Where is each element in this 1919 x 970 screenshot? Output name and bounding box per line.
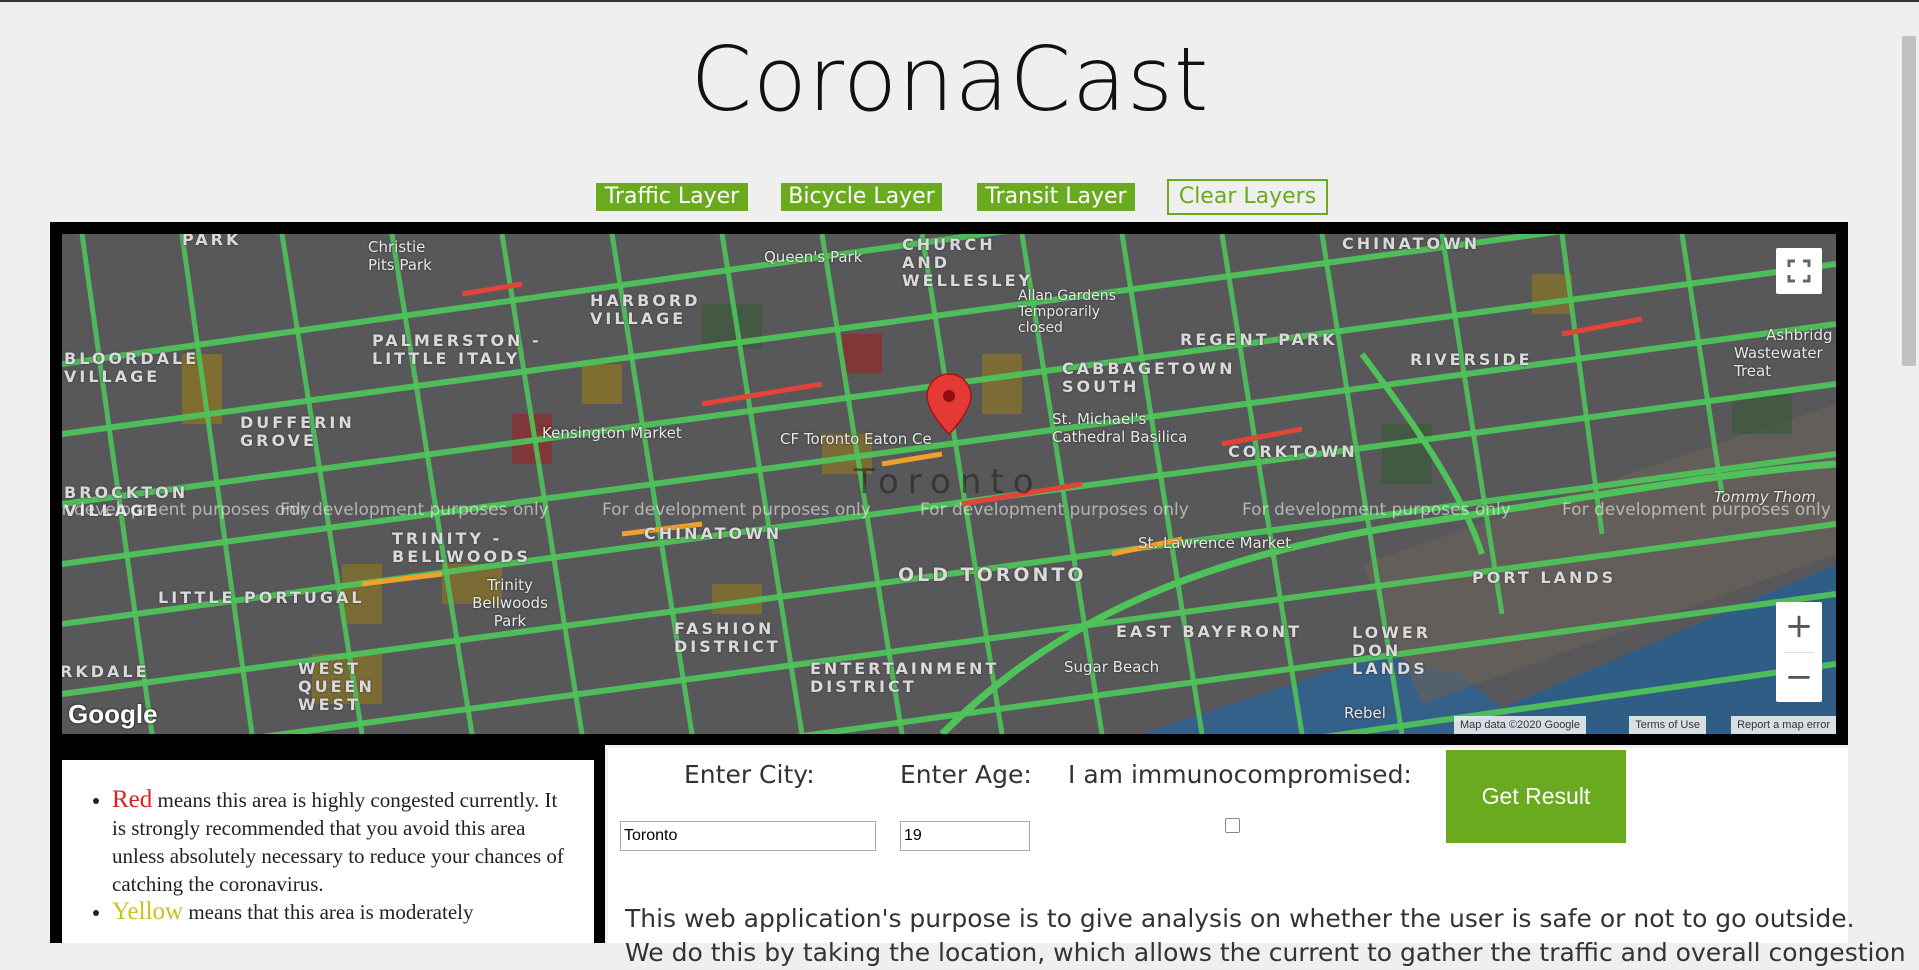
google-logo: Google	[68, 699, 158, 729]
poi-trinity-bellwoods-park: Trinity Bellwoods Park	[472, 576, 548, 630]
city-input[interactable]	[620, 821, 876, 851]
poi-queens-park: Queen's Park	[764, 248, 863, 266]
map-label-chinatown: CHINATOWN	[644, 524, 783, 543]
map[interactable]: Toronto PARK CHURCH AND WELLESLEY CHINAT…	[62, 234, 1836, 734]
legend-panel: Red means this area is highly congested …	[62, 760, 594, 943]
map-label-rkdale: RKDALE	[62, 662, 150, 681]
age-label: Enter Age:	[900, 760, 1032, 789]
city-label: Enter City:	[684, 760, 815, 789]
map-watermark-1: For development purposes only	[62, 500, 311, 520]
poi-kensington-market: Kensington Market	[542, 424, 682, 442]
transit-layer-button[interactable]: Transit Layer	[977, 183, 1135, 211]
poi-allan-gardens: Allan Gardens Temporarily closed	[1018, 288, 1116, 336]
map-label-chinatown-east: CHINATOWN	[1342, 234, 1481, 253]
get-result-button[interactable]: Get Result	[1446, 750, 1626, 843]
map-label-west-queen-west: WEST QUEEN WEST	[298, 659, 375, 714]
map-label-regent-park: REGENT PARK	[1180, 330, 1338, 349]
map-city-label: Toronto	[854, 462, 1043, 502]
map-label-bloordale: BLOORDALE VILLAGE	[64, 349, 200, 386]
description-line-1: This web application's purpose is to giv…	[625, 904, 1855, 933]
poi-st-michaels: St. Michael's Cathedral Basilica	[1052, 410, 1188, 446]
traffic-layer-button[interactable]: Traffic Layer	[596, 183, 748, 211]
legend-yellow-word: Yellow	[112, 898, 184, 925]
top-border	[0, 0, 1919, 2]
fullscreen-icon	[1787, 259, 1811, 283]
page-title: CoronaCast	[690, 28, 1210, 131]
map-watermark-4: For development purposes only	[920, 500, 1189, 520]
legend-red-text: means this area is highly congested curr…	[112, 788, 564, 896]
poi-christie-pits: Christie Pits Park	[368, 238, 432, 274]
legend-list: Red means this area is highly congested …	[62, 786, 594, 926]
terms-of-use-link[interactable]: Terms of Use	[1629, 716, 1706, 734]
clear-layers-button[interactable]: Clear Layers	[1167, 179, 1328, 215]
map-label-park: PARK	[182, 234, 242, 249]
map-label-corktown: CORKTOWN	[1228, 442, 1358, 461]
map-data-attribution: Map data ©2020 Google	[1453, 716, 1586, 734]
map-label-harbord-village: HARBORD VILLAGE	[590, 291, 701, 328]
zoom-out-button[interactable]: −	[1776, 653, 1822, 703]
poi-ashbridges: Ashbridg	[1766, 326, 1833, 344]
poi-sugar-beach: Sugar Beach	[1064, 658, 1160, 676]
poi-eaton-centre: CF Toronto Eaton Ce	[780, 430, 932, 448]
legend-item-red: Red means this area is highly congested …	[112, 786, 572, 898]
bicycle-layer-button[interactable]: Bicycle Layer	[781, 183, 942, 211]
legend-yellow-text: means that this area is moderately	[183, 900, 474, 924]
page-scrollbar[interactable]	[1902, 36, 1916, 366]
map-label-lower-don-lands: LOWER DON LANDS	[1352, 623, 1432, 678]
poi-wastewater: Wastewater Treat	[1734, 344, 1823, 380]
map-label-dufferin-grove: DUFFERIN GROVE	[240, 413, 355, 450]
map-label-entertainment-district: ENTERTAINMENT DISTRICT	[810, 659, 1000, 696]
report-map-error-link[interactable]: Report a map error	[1731, 716, 1836, 734]
map-label-old-toronto: OLD TORONTO	[898, 564, 1087, 586]
age-input[interactable]	[900, 821, 1030, 851]
poi-rebel: Rebel	[1344, 704, 1386, 722]
map-label-port-lands: PORT LANDS	[1472, 568, 1617, 587]
map-watermark-3: For development purposes only	[602, 500, 871, 520]
map-label-fashion-district: FASHION DISTRICT	[674, 619, 781, 656]
map-watermark-5: For development purposes only	[1242, 500, 1511, 520]
map-watermark-6: For development purposes only	[1562, 500, 1831, 520]
description-text: This web application's purpose is to giv…	[625, 902, 1906, 970]
map-label-little-portugal: LITTLE PORTUGAL	[158, 588, 365, 607]
legend-red-word: Red	[112, 786, 153, 813]
description-line-2: We do this by taking the location, which…	[625, 938, 1906, 967]
zoom-control: + −	[1776, 602, 1822, 702]
legend-item-yellow: Yellow means that this area is moderatel…	[112, 898, 572, 926]
map-label-riverside: RIVERSIDE	[1410, 350, 1533, 369]
immunocompromised-label: I am immunocompromised:	[1068, 760, 1412, 789]
poi-st-lawrence-market: St. Lawrence Market	[1138, 534, 1292, 552]
map-label-cabbagetown: CABBAGETOWN SOUTH	[1062, 359, 1236, 396]
map-label-east-bayfront: EAST BAYFRONT	[1116, 622, 1303, 641]
map-label-palmerston: PALMERSTON - LITTLE ITALY	[372, 331, 542, 368]
zoom-in-button[interactable]: +	[1776, 602, 1822, 652]
map-label-trinity-bellwoods: TRINITY - BELLWOODS	[392, 529, 531, 566]
map-watermark-2: For development purposes only	[280, 500, 549, 520]
fullscreen-button[interactable]	[1776, 248, 1822, 294]
map-label-church-wellesley: CHURCH AND WELLESLEY	[902, 235, 1034, 290]
immunocompromised-checkbox[interactable]	[1225, 818, 1240, 833]
